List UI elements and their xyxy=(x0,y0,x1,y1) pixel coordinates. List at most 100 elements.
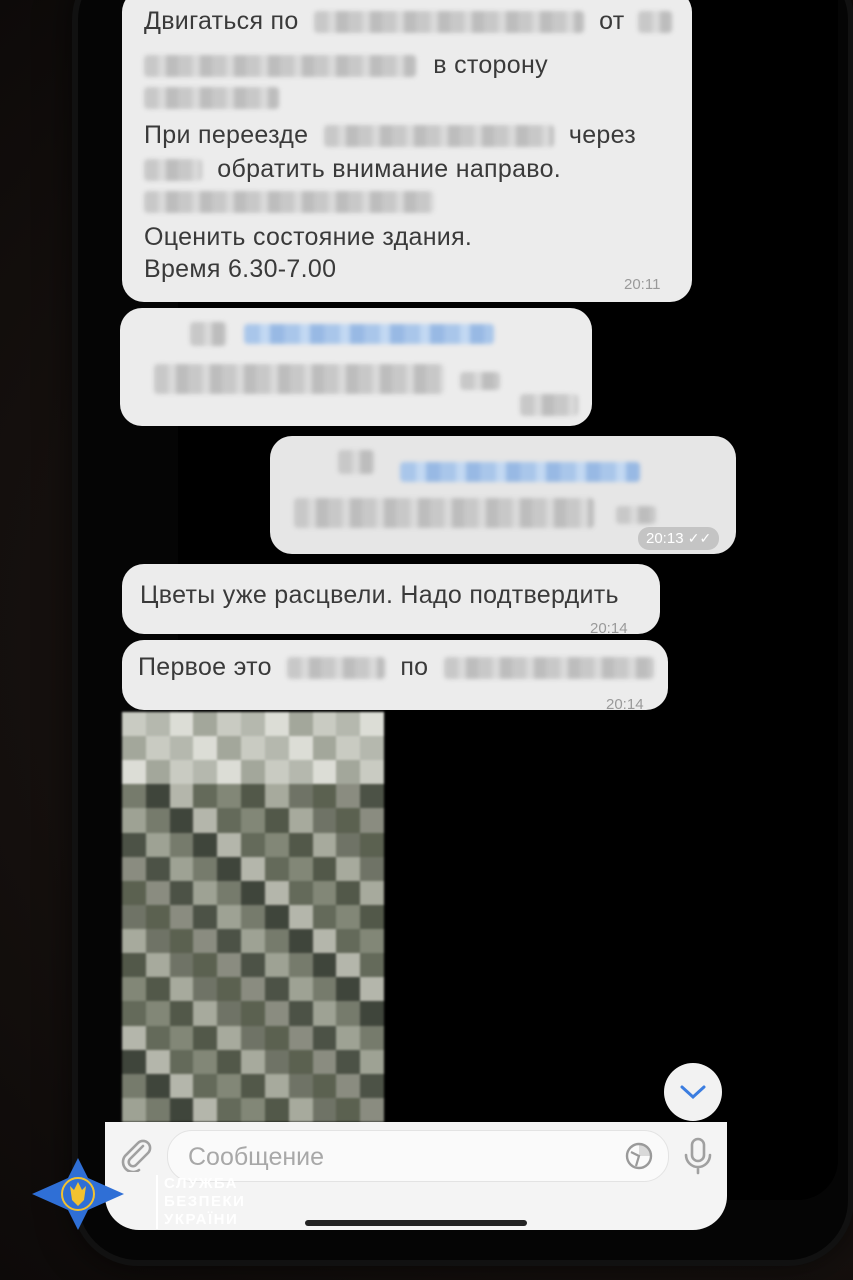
photo-pixel xyxy=(288,977,313,1002)
photo-pixel xyxy=(145,1097,170,1122)
photo-pixel xyxy=(241,977,265,1002)
photo-pixel xyxy=(145,1049,170,1074)
photo-pixel xyxy=(241,760,265,785)
photo-pixel xyxy=(264,760,289,785)
redacted-link xyxy=(244,324,494,344)
photo-pixel xyxy=(169,832,194,857)
redacted-text xyxy=(323,125,554,148)
photo-pixel xyxy=(336,760,361,785)
photo-pixel xyxy=(336,736,361,761)
photo-pixel xyxy=(360,808,384,833)
photo-pixel xyxy=(360,929,384,954)
message-bubble-3[interactable]: 20:13 ✓✓ xyxy=(270,436,736,554)
photo-pixel xyxy=(145,977,170,1002)
photo-pixel xyxy=(264,808,289,833)
photo-pixel xyxy=(169,1073,194,1098)
photo-pixel xyxy=(288,832,313,857)
photo-pixel xyxy=(288,1025,313,1050)
photo-pixel xyxy=(360,760,384,785)
photo-pixel xyxy=(312,784,337,809)
photo-pixel xyxy=(169,929,194,954)
photo-pixel xyxy=(169,880,194,905)
pixelated-photo[interactable] xyxy=(122,712,384,1122)
photo-pixel xyxy=(360,977,384,1002)
photo-pixel xyxy=(288,953,313,978)
photo-pixel xyxy=(360,904,384,930)
message-bubble-2[interactable] xyxy=(120,308,592,426)
photo-pixel xyxy=(360,736,384,761)
message-text: Цветы уже расцвели. Надо подтвердить xyxy=(140,581,619,609)
photo-pixel xyxy=(217,712,242,737)
photo-pixel xyxy=(145,953,170,978)
photo-pixel xyxy=(264,856,289,881)
redacted-text xyxy=(460,372,500,390)
message-text: Время 6.30-7.00 xyxy=(144,255,337,283)
message-bubble-5[interactable]: Первое это по 20:14 xyxy=(122,640,668,713)
photo-pixel xyxy=(336,904,361,930)
message-time: 20:14 xyxy=(606,696,644,713)
photo-pixel xyxy=(288,1073,313,1098)
photo-pixel xyxy=(193,1025,218,1050)
photo-pixel xyxy=(312,1025,337,1050)
message-text: Первое это xyxy=(138,653,272,681)
photo-pixel xyxy=(312,953,337,978)
photo-pixel xyxy=(122,953,146,978)
photo-pixel xyxy=(360,1049,384,1074)
photo-pixel xyxy=(193,784,218,809)
photo-pixel xyxy=(241,953,265,978)
photo-pixel xyxy=(217,832,242,857)
photo-pixel xyxy=(264,904,289,930)
photo-pixel xyxy=(122,1001,146,1026)
photo-pixel xyxy=(122,784,146,809)
photo-pixel xyxy=(336,856,361,881)
microphone-icon[interactable] xyxy=(681,1136,715,1176)
photo-pixel xyxy=(288,880,313,905)
redacted-text xyxy=(443,657,654,680)
photo-pixel xyxy=(288,808,313,833)
redacted-text xyxy=(154,364,444,394)
photo-pixel xyxy=(122,736,146,761)
photo-pixel xyxy=(169,1049,194,1074)
message-text: Оценить состояние здания. xyxy=(144,223,473,251)
photo-pixel xyxy=(336,712,361,737)
redacted-text xyxy=(144,55,416,78)
photo-pixel xyxy=(312,1097,337,1122)
photo-pixel xyxy=(241,832,265,857)
photo-pixel xyxy=(217,856,242,881)
redacted-time xyxy=(520,394,578,416)
photo-pixel xyxy=(264,832,289,857)
message-text: по xyxy=(400,653,429,681)
photo-pixel xyxy=(169,784,194,809)
photo-pixel xyxy=(122,712,146,737)
scroll-down-button[interactable] xyxy=(664,1063,722,1121)
photo-pixel xyxy=(336,832,361,857)
photo-pixel xyxy=(122,880,146,905)
photo-pixel xyxy=(288,1001,313,1026)
photo-pixel xyxy=(193,880,218,905)
photo-pixel xyxy=(312,760,337,785)
photo-pixel xyxy=(122,760,146,785)
message-bubble-4[interactable]: Цветы уже расцвели. Надо подтвердить 20:… xyxy=(122,564,660,637)
photo-pixel xyxy=(336,1001,361,1026)
photo-pixel xyxy=(312,736,337,761)
photo-pixel xyxy=(217,1001,242,1026)
photo-pixel xyxy=(122,808,146,833)
redacted-text xyxy=(313,11,584,34)
message-text: через xyxy=(568,121,637,149)
photo-pixel xyxy=(312,808,337,833)
photo-pixel xyxy=(336,808,361,833)
sticker-icon[interactable] xyxy=(624,1141,654,1171)
photo-pixel xyxy=(193,856,218,881)
photo-pixel xyxy=(336,953,361,978)
photo-pixel xyxy=(336,1025,361,1050)
photo-pixel xyxy=(169,1097,194,1122)
photo-pixel xyxy=(288,904,313,930)
photo-pixel xyxy=(360,953,384,978)
photo-pixel xyxy=(122,904,146,930)
chevron-down-icon xyxy=(680,1085,706,1100)
message-bubble-1[interactable]: Двигаться по от в сторону При переезде ч… xyxy=(122,0,692,302)
photo-pixel xyxy=(241,880,265,905)
photo-pixel xyxy=(145,880,170,905)
photo-pixel xyxy=(264,1001,289,1026)
redacted-link xyxy=(400,462,640,482)
